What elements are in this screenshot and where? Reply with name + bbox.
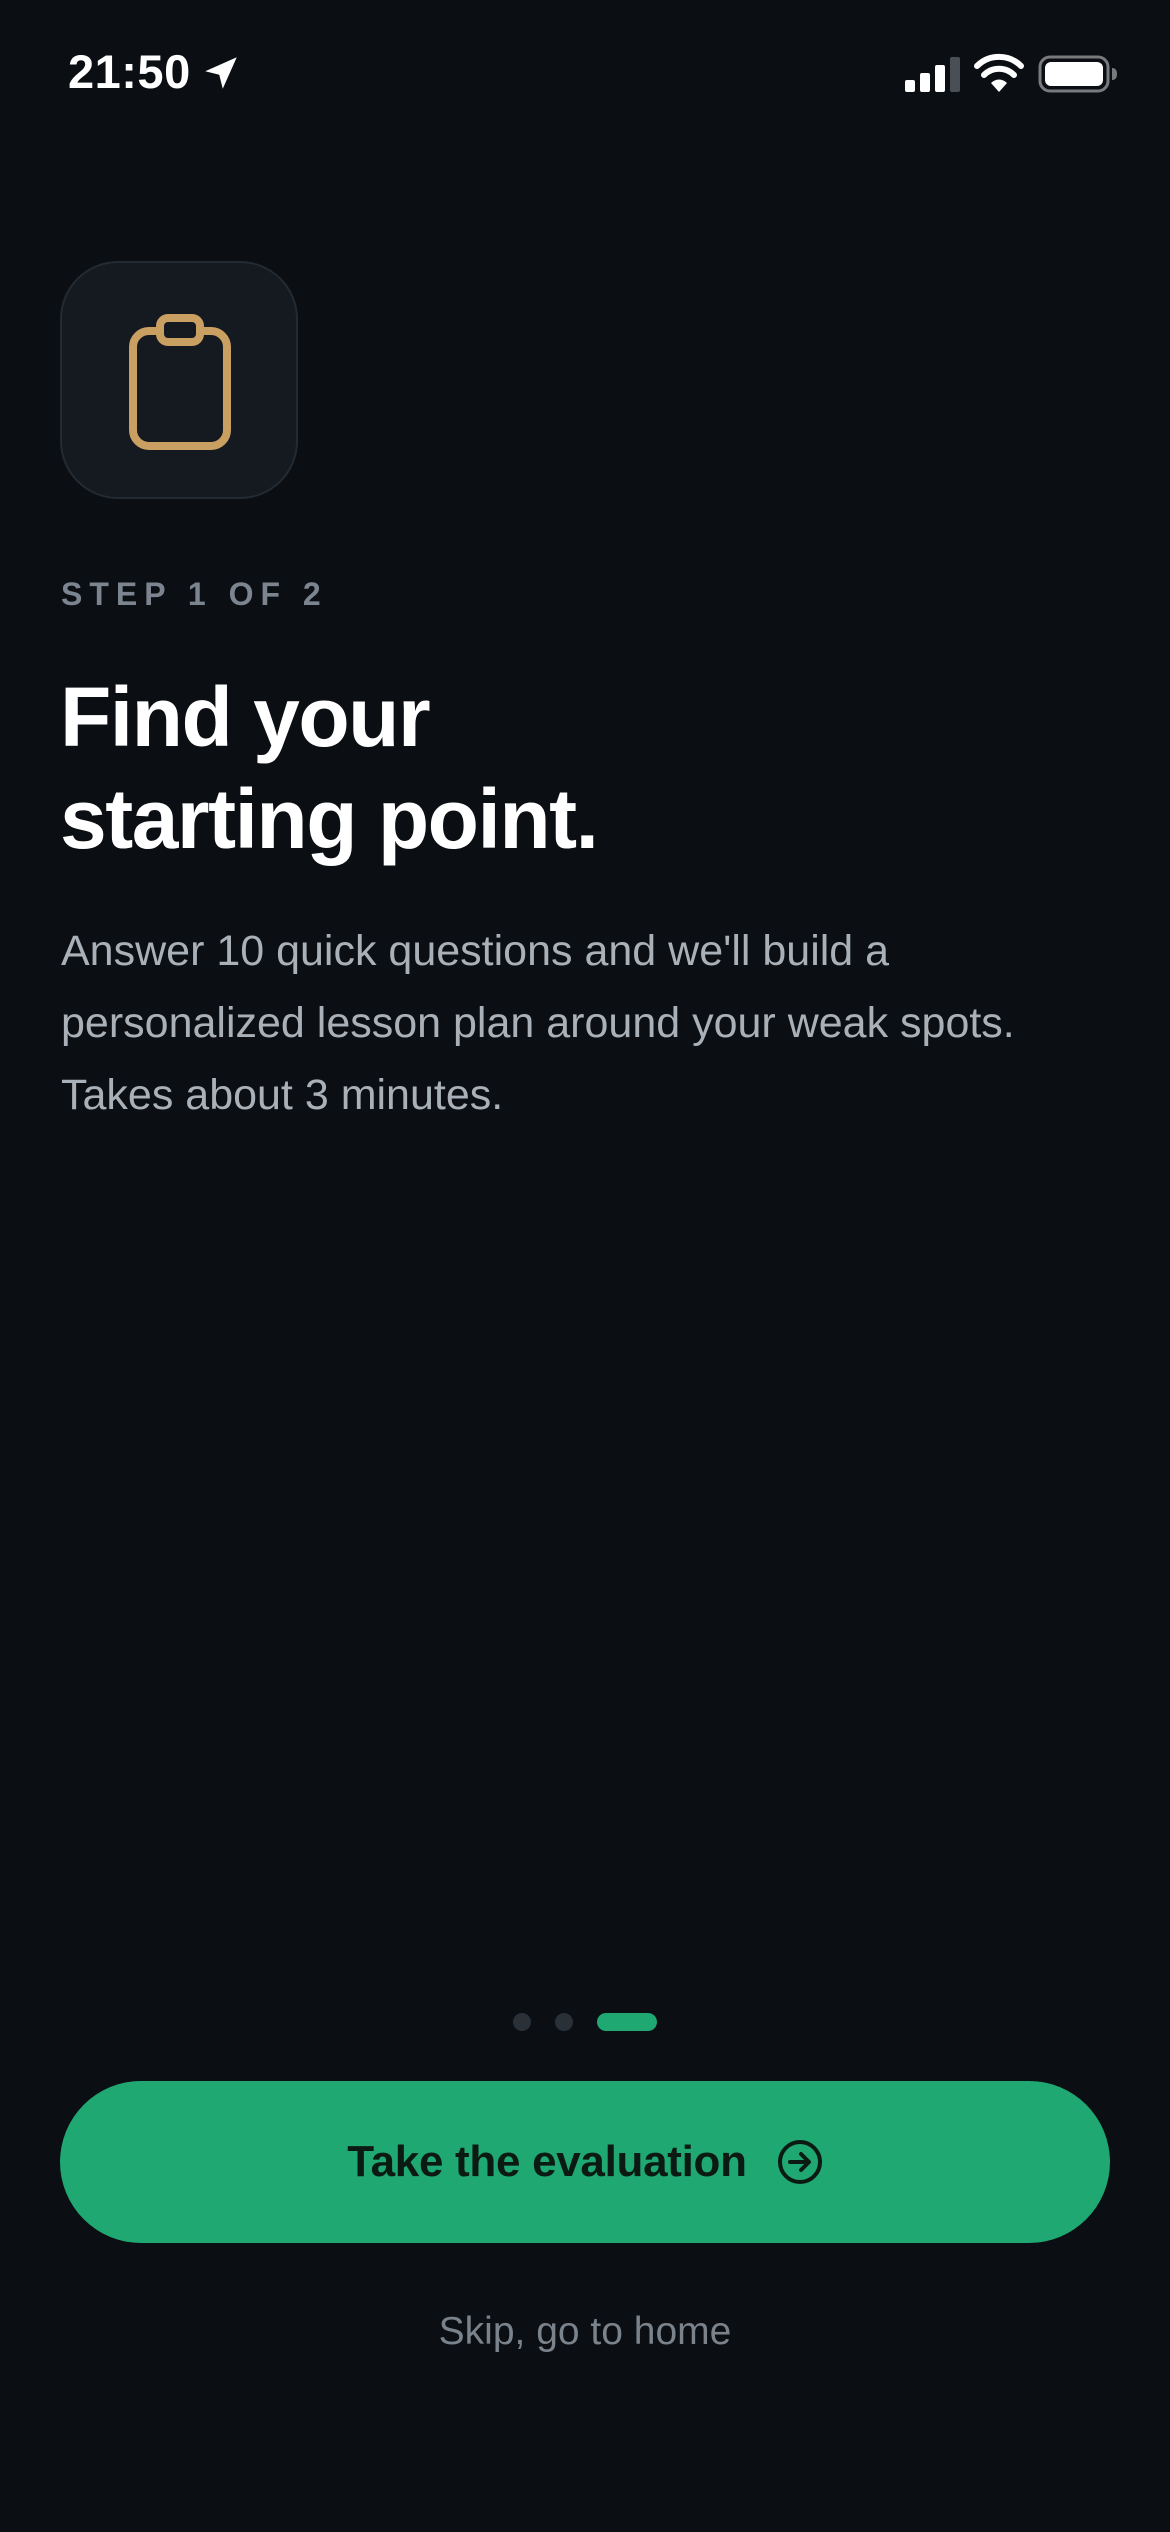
- clipboard-icon: [129, 314, 231, 450]
- take-evaluation-label: Take the evaluation: [347, 2137, 747, 2186]
- title-line: starting point.: [60, 772, 599, 866]
- skip-to-home-link[interactable]: Skip, go to home: [0, 2304, 1170, 2360]
- step-indicator: STEP 1 OF 2: [61, 576, 328, 612]
- description-line: Answer 10 quick questions and we'll buil…: [61, 927, 890, 975]
- wifi-icon: [974, 53, 1024, 92]
- description-line: personalized lesson plan around your wea…: [61, 999, 1015, 1047]
- cellular-signal-icon: [905, 57, 960, 92]
- page-indicator: [0, 2013, 1170, 2033]
- page-dot-active: [597, 2013, 657, 2031]
- take-evaluation-button[interactable]: Take the evaluation: [60, 2081, 1110, 2243]
- page-title: Find your starting point.: [60, 666, 960, 870]
- location-arrow-icon: [205, 57, 237, 89]
- hero-icon-tile: [60, 261, 298, 499]
- arrow-right-circle-icon: [777, 2140, 822, 2184]
- description: Answer 10 quick questions and we'll buil…: [61, 915, 1121, 1131]
- status-time: 21:50: [68, 45, 191, 98]
- page-dot: [513, 2013, 531, 2031]
- battery-icon: [1038, 55, 1117, 93]
- status-bar: 21:50: [0, 0, 1170, 150]
- page-dot: [555, 2013, 573, 2031]
- title-line: Find your: [60, 670, 431, 764]
- description-line: Takes about 3 minutes.: [61, 1071, 504, 1119]
